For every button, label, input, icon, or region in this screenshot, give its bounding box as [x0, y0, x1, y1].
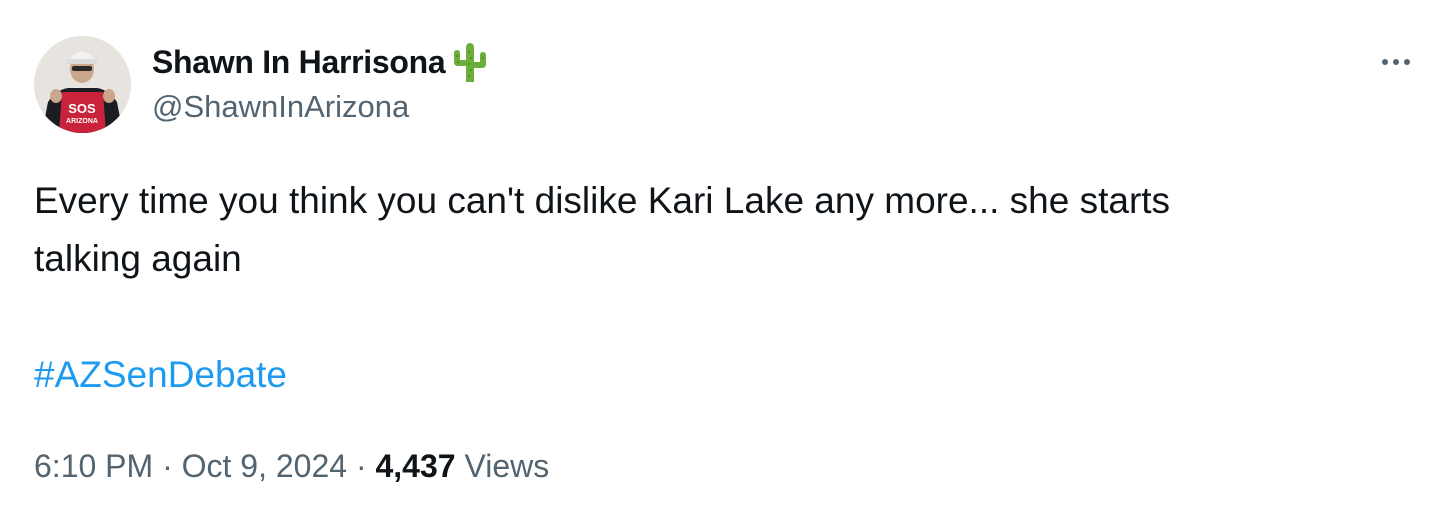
tweet-meta: 6:10 PM · Oct 9, 2024 · 4,437 Views — [34, 442, 549, 490]
avatar[interactable]: SOS ARIZONA — [34, 36, 131, 133]
meta-separator: · — [153, 448, 182, 484]
meta-separator: · — [347, 448, 376, 484]
cactus-icon — [448, 40, 492, 84]
more-dot-icon — [1393, 59, 1399, 65]
more-dot-icon — [1404, 59, 1410, 65]
hashtag-link[interactable]: #AZSenDebate — [34, 346, 287, 404]
more-dot-icon — [1382, 59, 1388, 65]
display-name[interactable]: Shawn In Harrisona — [152, 44, 446, 81]
avatar-image: SOS ARIZONA — [34, 36, 131, 133]
user-handle[interactable]: @ShawnInArizona — [152, 89, 409, 125]
name-row: Shawn In Harrisona — [152, 40, 492, 84]
tweet-card: SOS ARIZONA Shawn In Harrisona @ShawnInA… — [0, 0, 1456, 518]
avatar-shirt-logo-text: SOS — [68, 101, 96, 116]
views-label: Views — [455, 448, 550, 484]
more-options-button[interactable] — [1374, 44, 1418, 80]
tweet-text: Every time you think you can't dislike K… — [34, 180, 1171, 279]
tweet-time[interactable]: 6:10 PM — [34, 442, 153, 490]
tweet-date[interactable]: Oct 9, 2024 — [182, 442, 347, 490]
avatar-shirt-subtext: ARIZONA — [66, 118, 98, 125]
views-count: 4,437 — [375, 448, 456, 484]
